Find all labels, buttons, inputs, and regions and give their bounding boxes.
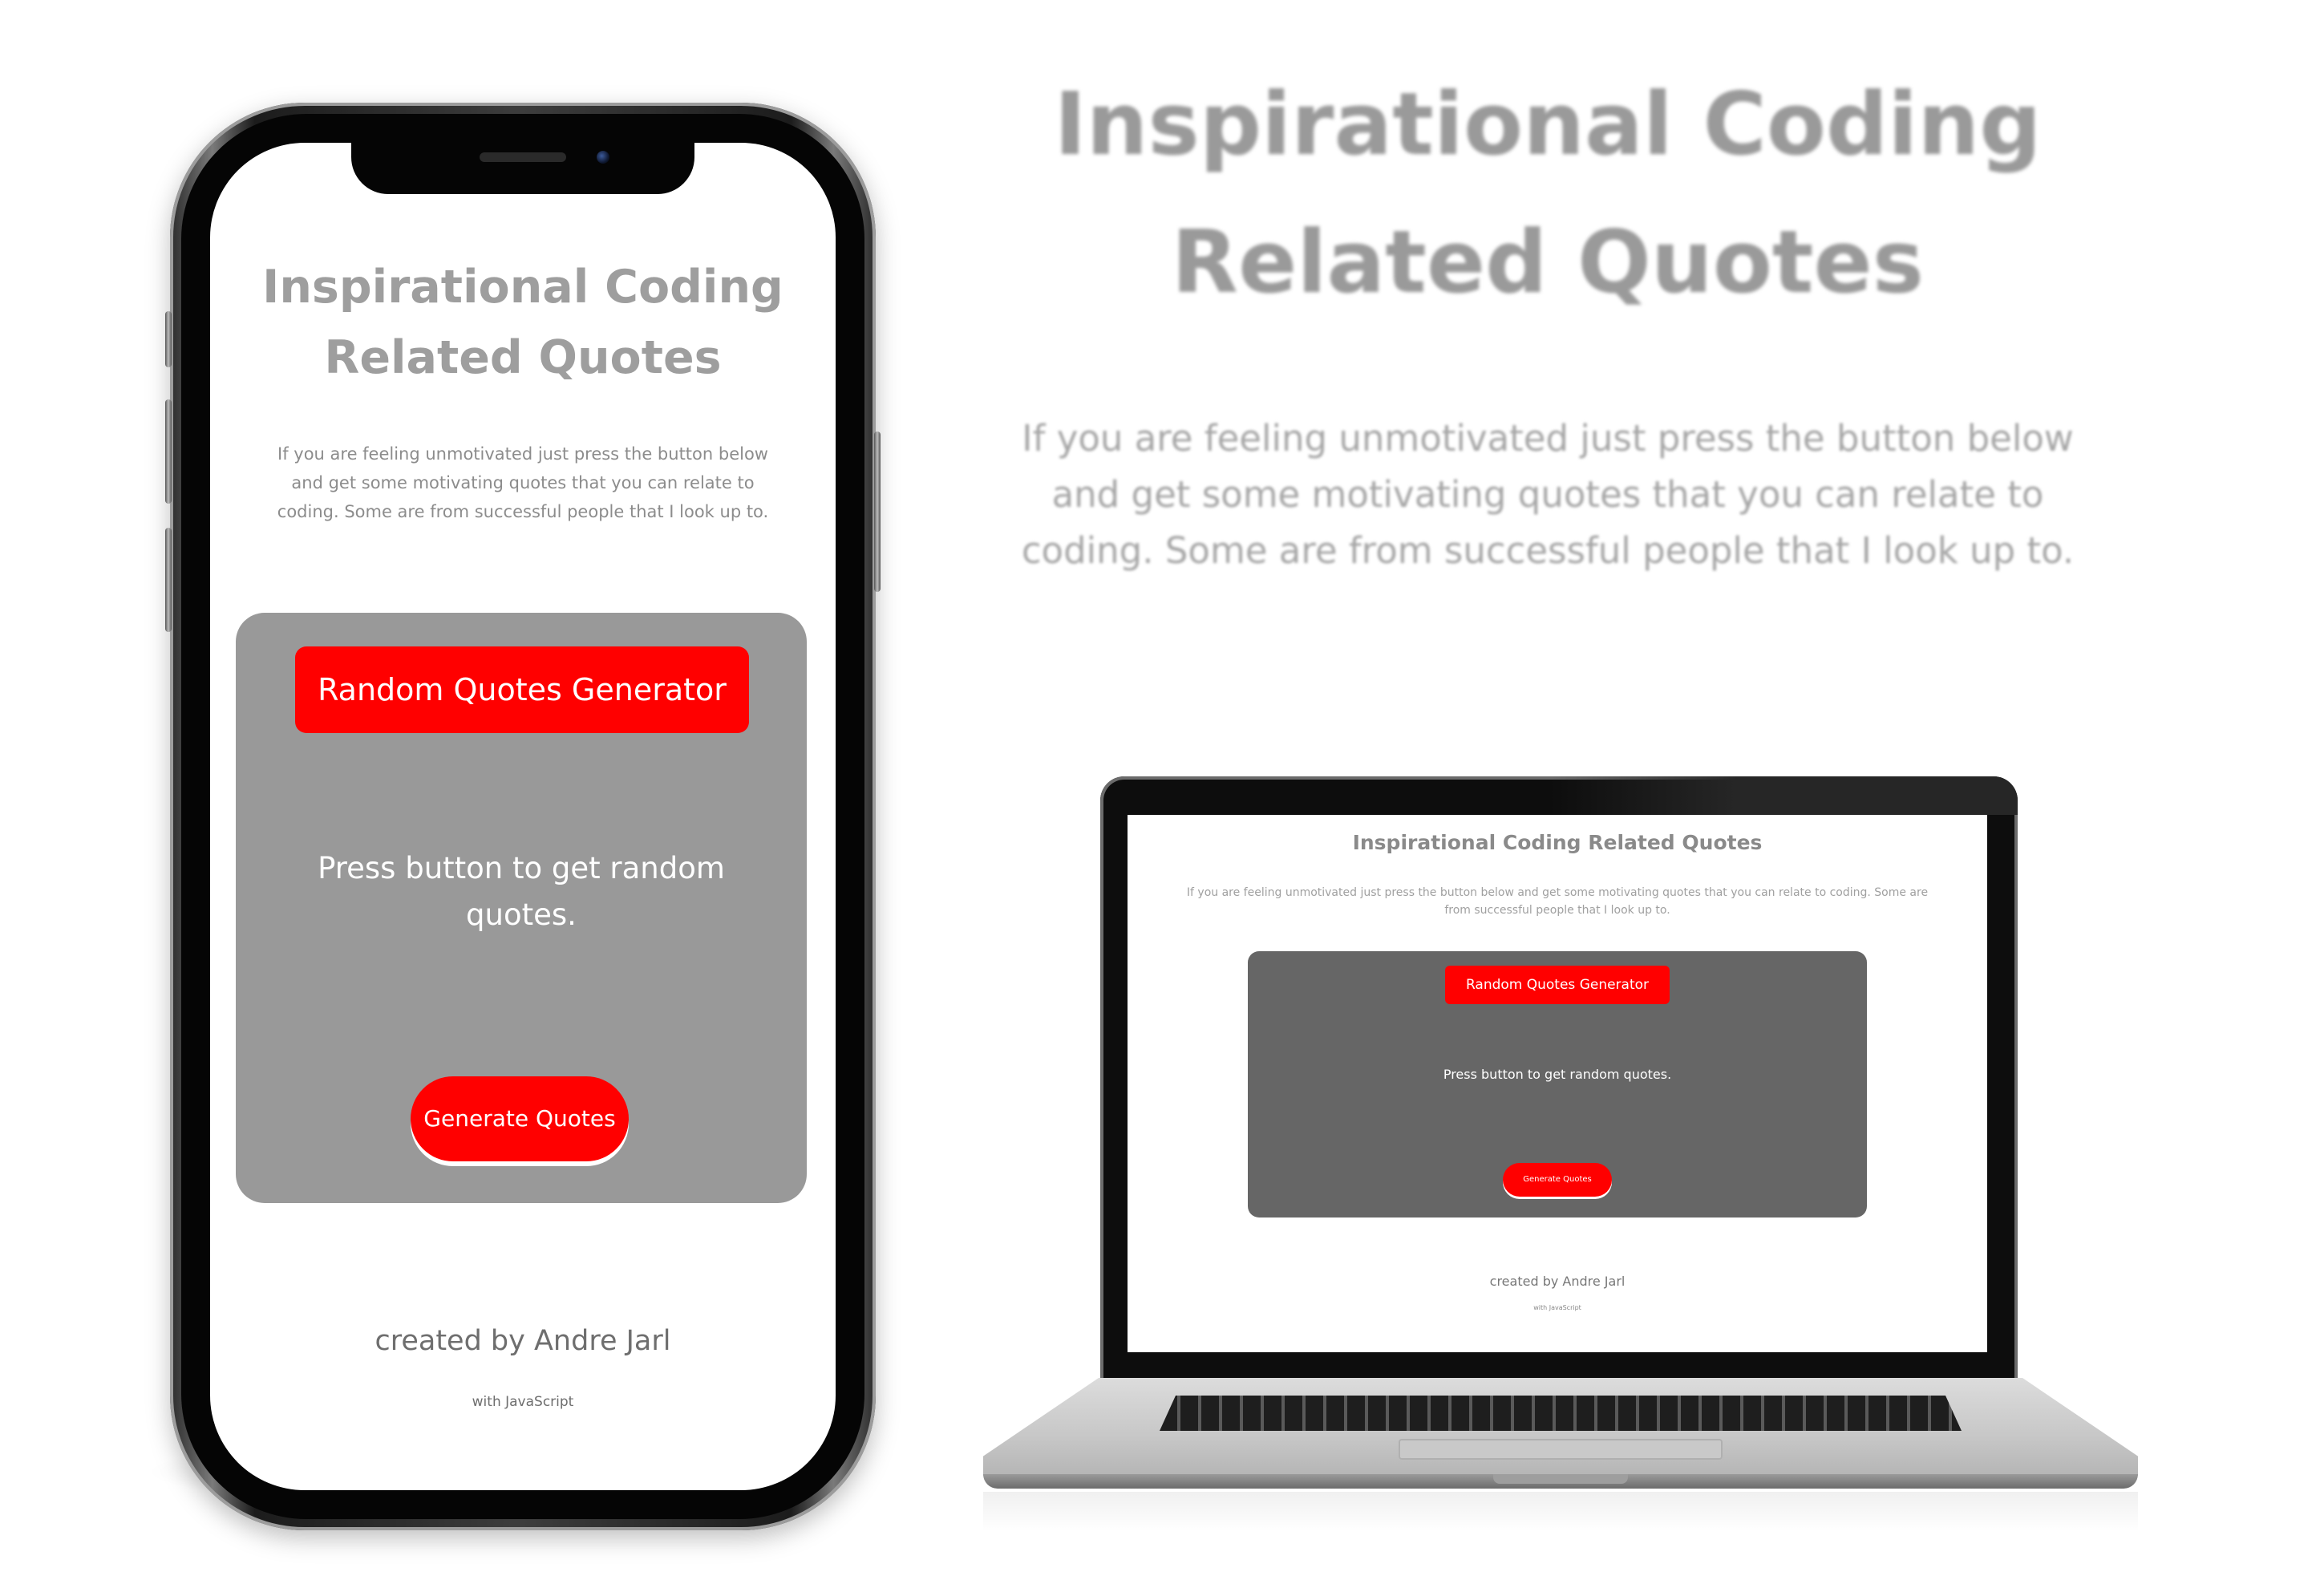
mobile-credit: created by Andre Jarl [375, 1325, 671, 1357]
hero-title: Inspirational Coding Related Quotes [1054, 75, 2042, 313]
mobile-generator-title: Random Quotes Generator [295, 646, 749, 733]
camera-icon [597, 151, 609, 164]
desktop-quote-text: Press button to get random quotes. [1443, 1067, 1672, 1082]
desktop-generator-title: Random Quotes Generator [1445, 966, 1670, 1004]
desktop-page-description: If you are feeling unmotivated just pres… [1186, 886, 1929, 917]
laptop-glare [1549, 776, 2018, 815]
desktop-credit: created by Andre Jarl [1489, 1274, 1626, 1289]
desktop-quote-card: Random Quotes Generator Press button to … [1248, 951, 1867, 1217]
desktop-page-title: Inspirational Coding Related Quotes [1352, 831, 1763, 854]
desktop-generate-quotes-button[interactable]: Generate Quotes [1503, 1163, 1612, 1197]
mobile-generate-quotes-button[interactable]: Generate Quotes [411, 1076, 629, 1161]
phone-device: Inspirational Coding Related Quotes If y… [165, 103, 881, 1530]
speaker-icon [480, 152, 566, 162]
mobile-quote-card: Random Quotes Generator Press button to … [236, 613, 807, 1203]
laptop-screen: Inspirational Coding Related Quotes If y… [1128, 815, 1987, 1352]
phone-volume-up [165, 399, 172, 504]
laptop-front-edge [983, 1474, 2138, 1489]
laptop-reflection [983, 1492, 2138, 1532]
mobile-page-description: If you are feeling unmotivated just pres… [277, 444, 769, 521]
hero-description: If you are feeling unmotivated just pres… [1021, 417, 2075, 572]
phone-notch [351, 143, 694, 194]
laptop-lid: Inspirational Coding Related Quotes If y… [1100, 776, 2018, 1388]
laptop-opening-notch [1493, 1474, 1628, 1484]
desktop-credit-sub: with JavaScript [1533, 1304, 1581, 1311]
mobile-quote-text: Press button to get random quotes. [318, 851, 725, 932]
mockup-showcase: Inspirational Coding Related Quotes If y… [0, 0, 2324, 1572]
trackpad [1399, 1439, 1723, 1460]
mobile-page-title: Inspirational Coding Related Quotes [262, 261, 783, 384]
keyboard [1160, 1396, 1962, 1431]
laptop-base [983, 1378, 2138, 1476]
phone-screen: Inspirational Coding Related Quotes If y… [210, 143, 836, 1490]
phone-power-button [874, 431, 881, 592]
mobile-credit-sub: with JavaScript [472, 1394, 574, 1410]
phone-mute-switch [165, 311, 172, 367]
phone-volume-down [165, 528, 172, 632]
